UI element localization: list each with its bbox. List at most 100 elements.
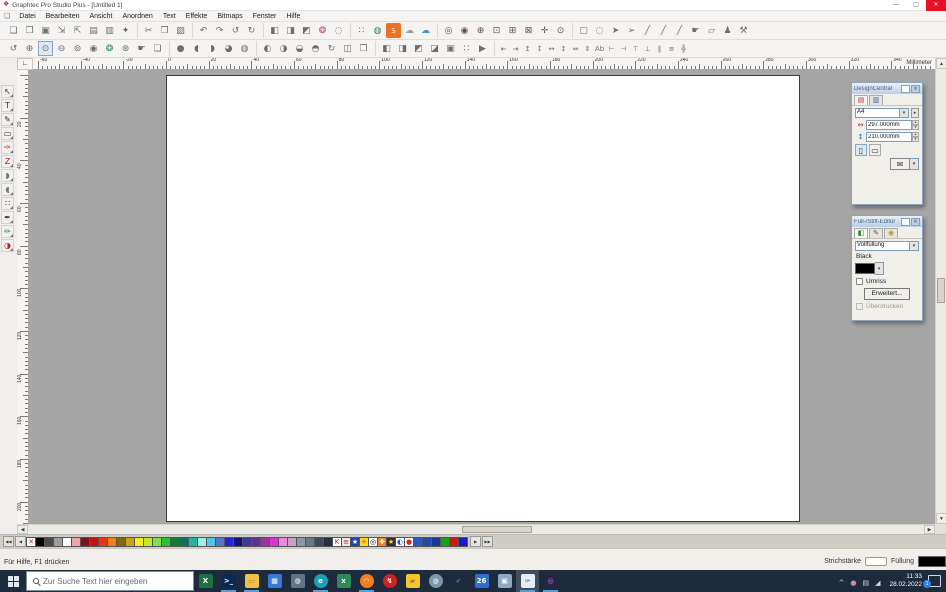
new-document-icon[interactable]: ❏: [6, 23, 21, 38]
taskbar-app-file-explorer[interactable]: ▭: [240, 570, 263, 592]
taskbar-app-purple-ring-app[interactable]: ◎: [539, 570, 562, 592]
duplicate-icon[interactable]: ❐: [356, 41, 371, 56]
lock-object-icon[interactable]: ▣: [443, 41, 458, 56]
palette-prev-button[interactable]: ◀: [15, 536, 26, 547]
menu-item-bearbeiten[interactable]: Bearbeiten: [41, 13, 85, 20]
align-top-icon[interactable]: ↥: [522, 41, 533, 56]
weld-icon[interactable]: ●: [173, 41, 188, 56]
redo-icon[interactable]: ↷: [212, 23, 227, 38]
scroll-right-icon[interactable]: ▶: [924, 525, 935, 534]
to-front-icon[interactable]: ◩: [411, 41, 426, 56]
knife-tool[interactable]: ✒: [1, 211, 14, 224]
effects-tool[interactable]: Z: [1, 155, 14, 168]
vertical-scrollbar[interactable]: ▲ ▼: [935, 58, 946, 524]
reg-mark-circle-icon[interactable]: ◉: [457, 23, 472, 38]
design-editor-panel-icon[interactable]: ◨: [283, 23, 298, 38]
fill-color-swatch[interactable]: [855, 263, 875, 274]
options-wrench-icon[interactable]: ⚒: [736, 23, 751, 38]
width-stepper[interactable]: ▲ ▼: [912, 120, 919, 130]
rotate-icon[interactable]: ↻: [324, 41, 339, 56]
reg-mark-cross-icon[interactable]: ⊕: [473, 23, 488, 38]
print-icon[interactable]: ▤: [86, 23, 101, 38]
brush-tool[interactable]: ✑: [1, 141, 14, 154]
stamp-icon[interactable]: ✦: [118, 23, 133, 38]
spell-check-icon[interactable]: Ab: [594, 41, 605, 56]
landscape-orientation-button[interactable]: ▭: [869, 144, 881, 156]
align-page-top-icon[interactable]: ⊤: [630, 41, 641, 56]
center-page-vertical-icon[interactable]: ≡: [666, 41, 677, 56]
stroke-tab[interactable]: ✎: [869, 228, 883, 238]
fill-type-dropdown-icon[interactable]: ▾: [910, 241, 919, 251]
mail-icon[interactable]: ✉: [890, 158, 910, 170]
flip-horizontal-icon[interactable]: ◒: [292, 41, 307, 56]
menu-item-fenster[interactable]: Fenster: [248, 13, 282, 20]
taskbar-app-globe-app[interactable]: ◍: [424, 570, 447, 592]
to-back-icon[interactable]: ◪: [427, 41, 442, 56]
space-vertical-icon[interactable]: ⇕: [582, 41, 593, 56]
menu-item-hilfe[interactable]: Hilfe: [281, 13, 305, 20]
center-vertical-icon[interactable]: ↕: [558, 41, 569, 56]
outline-checkbox[interactable]: [856, 278, 863, 285]
draw-line-medium-icon[interactable]: ╱: [656, 23, 671, 38]
crop-icon[interactable]: ▱: [704, 23, 719, 38]
tray-expand-icon[interactable]: ^: [838, 579, 844, 587]
design-central-panel-icon[interactable]: ◧: [267, 23, 282, 38]
page-preset-select[interactable]: A4: [855, 108, 900, 118]
effect-tab[interactable]: ◉: [884, 228, 898, 238]
sai-cloud-icon[interactable]: S: [386, 23, 401, 38]
zoom-in-icon[interactable]: ⊕: [22, 41, 37, 56]
scroll-up-icon[interactable]: ▲: [936, 58, 946, 69]
center-page-horizontal-icon[interactable]: ∥: [654, 41, 665, 56]
zoom-factor-icon[interactable]: ⊛: [118, 41, 133, 56]
user-view-icon[interactable]: ♟: [720, 23, 735, 38]
minimize-button[interactable]: —: [886, 0, 906, 11]
fill-color-indicator[interactable]: [918, 556, 946, 567]
draw-line-thin-icon[interactable]: ╱: [640, 23, 655, 38]
canvas-area[interactable]: [29, 70, 935, 524]
cut-icon[interactable]: ✂: [141, 23, 156, 38]
text-tool[interactable]: T: [1, 99, 14, 112]
menu-item-anordnen[interactable]: Anordnen: [117, 13, 157, 20]
separate-icon[interactable]: ◐: [260, 41, 275, 56]
redo-multiple-icon[interactable]: ↻: [244, 23, 259, 38]
horizontal-scroll-thumb[interactable]: [462, 526, 532, 533]
space-horizontal-icon[interactable]: ⇔: [570, 41, 581, 56]
align-page-right-icon[interactable]: ⊣: [618, 41, 629, 56]
combine-icon[interactable]: ◍: [237, 41, 252, 56]
trim-icon[interactable]: ◖: [189, 41, 204, 56]
ungroup-objects-icon[interactable]: ◨: [395, 41, 410, 56]
document-tab[interactable]: ▤: [854, 95, 868, 105]
import-file-icon[interactable]: ⇲: [54, 23, 69, 38]
more-tools-icon[interactable]: ▶: [475, 41, 490, 56]
copy-icon[interactable]: ❐: [157, 23, 172, 38]
select-object-icon[interactable]: ➢: [624, 23, 639, 38]
undo-multiple-icon[interactable]: ↺: [228, 23, 243, 38]
online-resources-icon[interactable]: ◍: [370, 23, 385, 38]
scan-marks-icon[interactable]: ⊙: [553, 23, 568, 38]
cloud-download-icon[interactable]: ☁: [418, 23, 433, 38]
paste-icon[interactable]: ▨: [173, 23, 188, 38]
menu-item-text[interactable]: Text: [158, 13, 181, 20]
zoom-area-icon[interactable]: ◉: [86, 41, 101, 56]
select-tool[interactable]: ↖: [1, 85, 14, 98]
reg-mark-edge-icon[interactable]: ⊞: [505, 23, 520, 38]
fill-color-dropdown-icon[interactable]: ▾: [875, 262, 884, 275]
zoom-out-icon[interactable]: ⊖: [54, 41, 69, 56]
fill-stroke-close-button[interactable]: ✕: [911, 217, 920, 226]
palette-first-button[interactable]: ◀◀: [3, 536, 14, 547]
align-page-left-icon[interactable]: ⊢: [606, 41, 617, 56]
overprint-checkbox[interactable]: [856, 303, 863, 310]
reg-mark-square-icon[interactable]: ◎: [441, 23, 456, 38]
zoom-previous-icon[interactable]: ↺: [6, 41, 21, 56]
align-right-icon[interactable]: ⇥: [510, 41, 521, 56]
open-document-icon[interactable]: ❒: [22, 23, 37, 38]
weed-tool[interactable]: ◗: [1, 169, 14, 182]
taskbar-app-graphtec-pro-studio[interactable]: ✑: [516, 570, 539, 592]
taskbar-app-stats-app[interactable]: 26: [470, 570, 493, 592]
notification-center-icon[interactable]: 1: [923, 575, 941, 588]
fill-tab[interactable]: ◧: [854, 228, 868, 238]
mirror-icon[interactable]: ◫: [340, 41, 355, 56]
design-central-titlebar[interactable]: DesignCentral ✕: [852, 83, 922, 94]
advanced-button[interactable]: Erweitert...: [864, 288, 910, 300]
menu-item-bitmaps[interactable]: Bitmaps: [212, 13, 247, 20]
